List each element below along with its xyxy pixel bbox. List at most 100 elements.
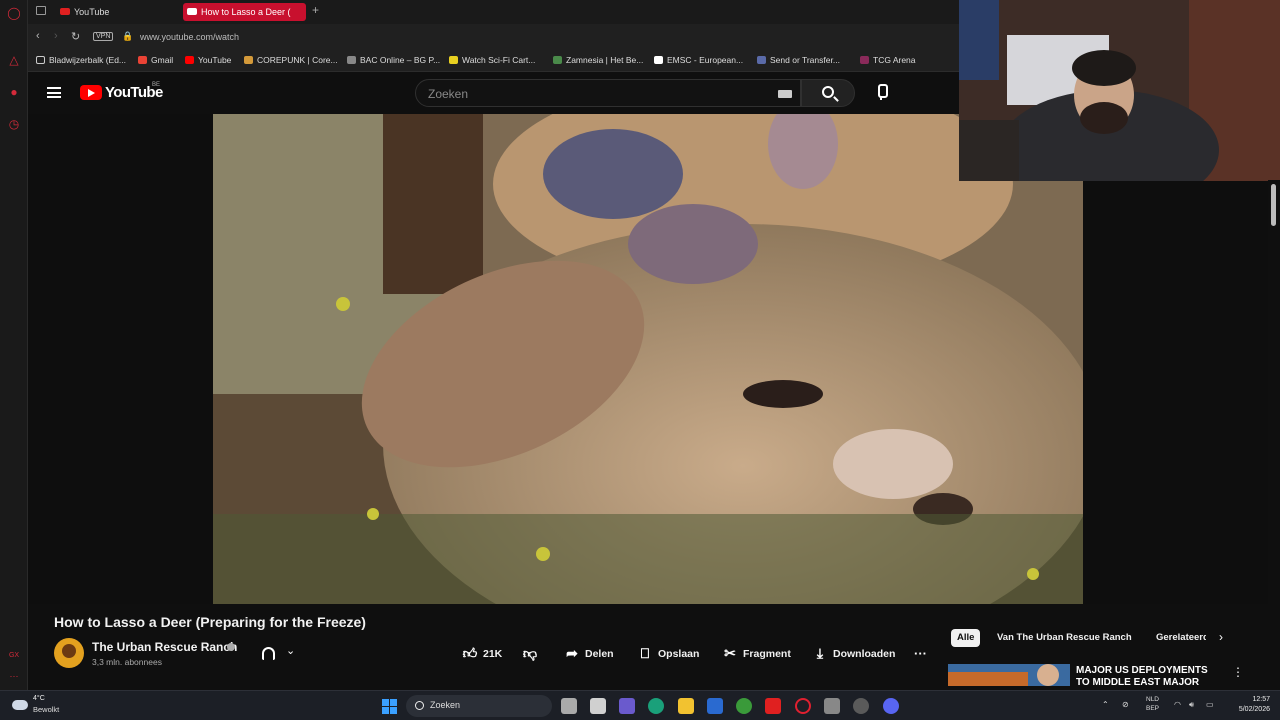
messenger-icon[interactable]: ●	[6, 84, 22, 100]
cloud-icon[interactable]	[12, 700, 28, 710]
weather-description: Bewolkt	[33, 705, 60, 714]
bookmark-item[interactable]: Gmail	[138, 55, 173, 65]
clock[interactable]: 12:57 5/02/2026	[1228, 695, 1270, 715]
bookmark-item[interactable]: BAC Online – BG P...	[347, 55, 440, 65]
webcam-overlay	[959, 0, 1280, 181]
opera-gx-icon[interactable]	[795, 698, 811, 714]
youtube-header: YouTube BE Zoeken	[28, 72, 960, 114]
folder-icon	[36, 56, 45, 64]
like-button[interactable]: 👍︎ 21K	[462, 645, 503, 663]
download-button[interactable]: ⤓ Downloaden	[812, 645, 896, 663]
search-button[interactable]	[801, 79, 855, 107]
dislike-button[interactable]: 👎︎	[522, 645, 538, 663]
notification-bell-icon[interactable]	[262, 647, 275, 660]
windows-start-icon[interactable]	[382, 699, 397, 714]
youtube-favicon-icon	[60, 8, 70, 15]
network-icon[interactable]: ⊘	[1122, 700, 1129, 709]
search-input[interactable]: Zoeken	[415, 79, 801, 107]
settings-icon[interactable]	[853, 698, 869, 714]
bookmark-icon: ⎕	[640, 645, 650, 661]
tab-active-video[interactable]: How to Lasso a Deer (	[183, 3, 306, 21]
thumbs-down-icon: 👎︎	[522, 645, 538, 661]
bookmark-item[interactable]: TCG Arena	[860, 55, 916, 65]
calculator-icon[interactable]	[824, 698, 840, 714]
forward-icon[interactable]: ›	[54, 30, 58, 42]
tab-youtube[interactable]: YouTube	[56, 3, 176, 21]
battery-icon[interactable]: ▭	[1206, 700, 1214, 709]
bookmark-item[interactable]: EMSC - European...	[654, 55, 743, 65]
video-player[interactable]	[213, 114, 1083, 604]
task-view-icon[interactable]	[561, 698, 577, 714]
tray-chevron-icon[interactable]: ⌃	[1102, 700, 1109, 709]
chevron-right-icon[interactable]: ›	[1219, 630, 1223, 644]
tab-overview-icon[interactable]	[36, 6, 46, 15]
vpn-badge[interactable]: VPN	[93, 32, 114, 41]
save-button[interactable]: ⎕ Opslaan	[637, 645, 700, 663]
channel-avatar[interactable]	[54, 638, 84, 668]
lock-icon[interactable]: 🔒	[122, 31, 133, 42]
time: 12:57	[1252, 696, 1270, 703]
country-code: BE	[152, 82, 161, 88]
related-more-icon[interactable]: ⋮	[1232, 665, 1244, 679]
search-icon	[415, 701, 424, 710]
bookmark-item[interactable]: Bladwijzerbalk (Ed...	[36, 55, 126, 65]
youtube-icon	[185, 56, 194, 64]
bookmark-item[interactable]: Watch Sci-Fi Cart...	[449, 55, 535, 65]
share-icon: ➦	[566, 645, 578, 661]
verified-icon	[227, 643, 235, 651]
edge-icon[interactable]	[648, 698, 664, 714]
bookmarks-bar: Bladwijzerbalk (Ed... Gmail YouTube CORE…	[28, 50, 960, 72]
bookmark-item[interactable]: Zamnesia | Het Be...	[553, 55, 643, 65]
channel-name[interactable]: The Urban Rescue Ranch	[92, 640, 237, 654]
start-pane	[382, 707, 389, 714]
back-icon[interactable]: ‹	[36, 30, 40, 42]
more-icon[interactable]: ···	[6, 668, 22, 684]
youtube-logo-icon[interactable]	[80, 85, 102, 100]
opera-logo-icon[interactable]: ◯	[6, 5, 22, 21]
transfer-icon	[757, 56, 766, 64]
store-icon[interactable]	[590, 698, 606, 714]
bookmark-item[interactable]: YouTube	[185, 55, 231, 65]
chip-related[interactable]: Gerelateerd	[1150, 629, 1206, 647]
microphone-icon[interactable]	[876, 84, 888, 100]
scissors-icon: ✂	[724, 645, 736, 661]
clip-button[interactable]: ✂ Fragment	[722, 645, 791, 663]
url-field[interactable]: www.youtube.com/watch	[140, 32, 239, 42]
related-video-title[interactable]: MAJOR US DEPLOYMENTS TO MIDDLE EAST MAJO…	[1076, 665, 1221, 687]
chrome-icon[interactable]	[736, 698, 752, 714]
teams-icon[interactable]	[619, 698, 635, 714]
new-tab-button[interactable]: +	[312, 3, 319, 17]
download-icon: ⤓	[816, 645, 824, 661]
scrollbar-thumb[interactable]	[1271, 184, 1276, 226]
reload-icon[interactable]: ↻	[71, 30, 80, 43]
chip-all[interactable]: Alle	[951, 629, 981, 647]
start-pane	[390, 699, 397, 706]
gx-icon[interactable]: GX	[6, 648, 22, 664]
share-button[interactable]: ➦ Delen	[564, 645, 613, 663]
more-actions-icon[interactable]: ···	[914, 646, 927, 661]
emsc-icon	[654, 56, 663, 64]
file-explorer-icon[interactable]	[678, 698, 694, 714]
related-video-thumbnail[interactable]	[948, 664, 1070, 686]
bookmark-item[interactable]: Send or Transfer...	[757, 55, 840, 65]
taskbar-search[interactable]: Zoeken	[406, 695, 552, 717]
chevron-down-icon[interactable]: ⌄	[286, 644, 295, 657]
bac-icon	[347, 56, 356, 64]
aria-icon[interactable]: △	[6, 52, 22, 68]
menu-icon[interactable]	[47, 87, 61, 98]
discord-icon[interactable]	[883, 698, 899, 714]
scifi-icon	[449, 56, 458, 64]
chip-from-channel[interactable]: Van The Urban Rescue Ranch	[991, 629, 1138, 647]
outlook-icon[interactable]	[707, 698, 723, 714]
language-code: NLD	[1146, 696, 1160, 703]
keyboard-layout: BEP	[1146, 705, 1160, 712]
page-scrollbar[interactable]	[1268, 180, 1280, 690]
language-indicator[interactable]: NLD BEP	[1146, 695, 1159, 713]
keyboard-icon[interactable]	[778, 90, 792, 98]
history-icon[interactable]: ◷	[6, 116, 22, 132]
bookmark-item[interactable]: COREPUNK | Core...	[244, 55, 338, 65]
youtube-app-icon[interactable]	[765, 698, 781, 714]
wifi-icon[interactable]: ◠	[1174, 700, 1181, 709]
volume-icon[interactable]: 🔊︎	[1189, 700, 1194, 710]
player-letterbox-right	[1083, 180, 1268, 604]
